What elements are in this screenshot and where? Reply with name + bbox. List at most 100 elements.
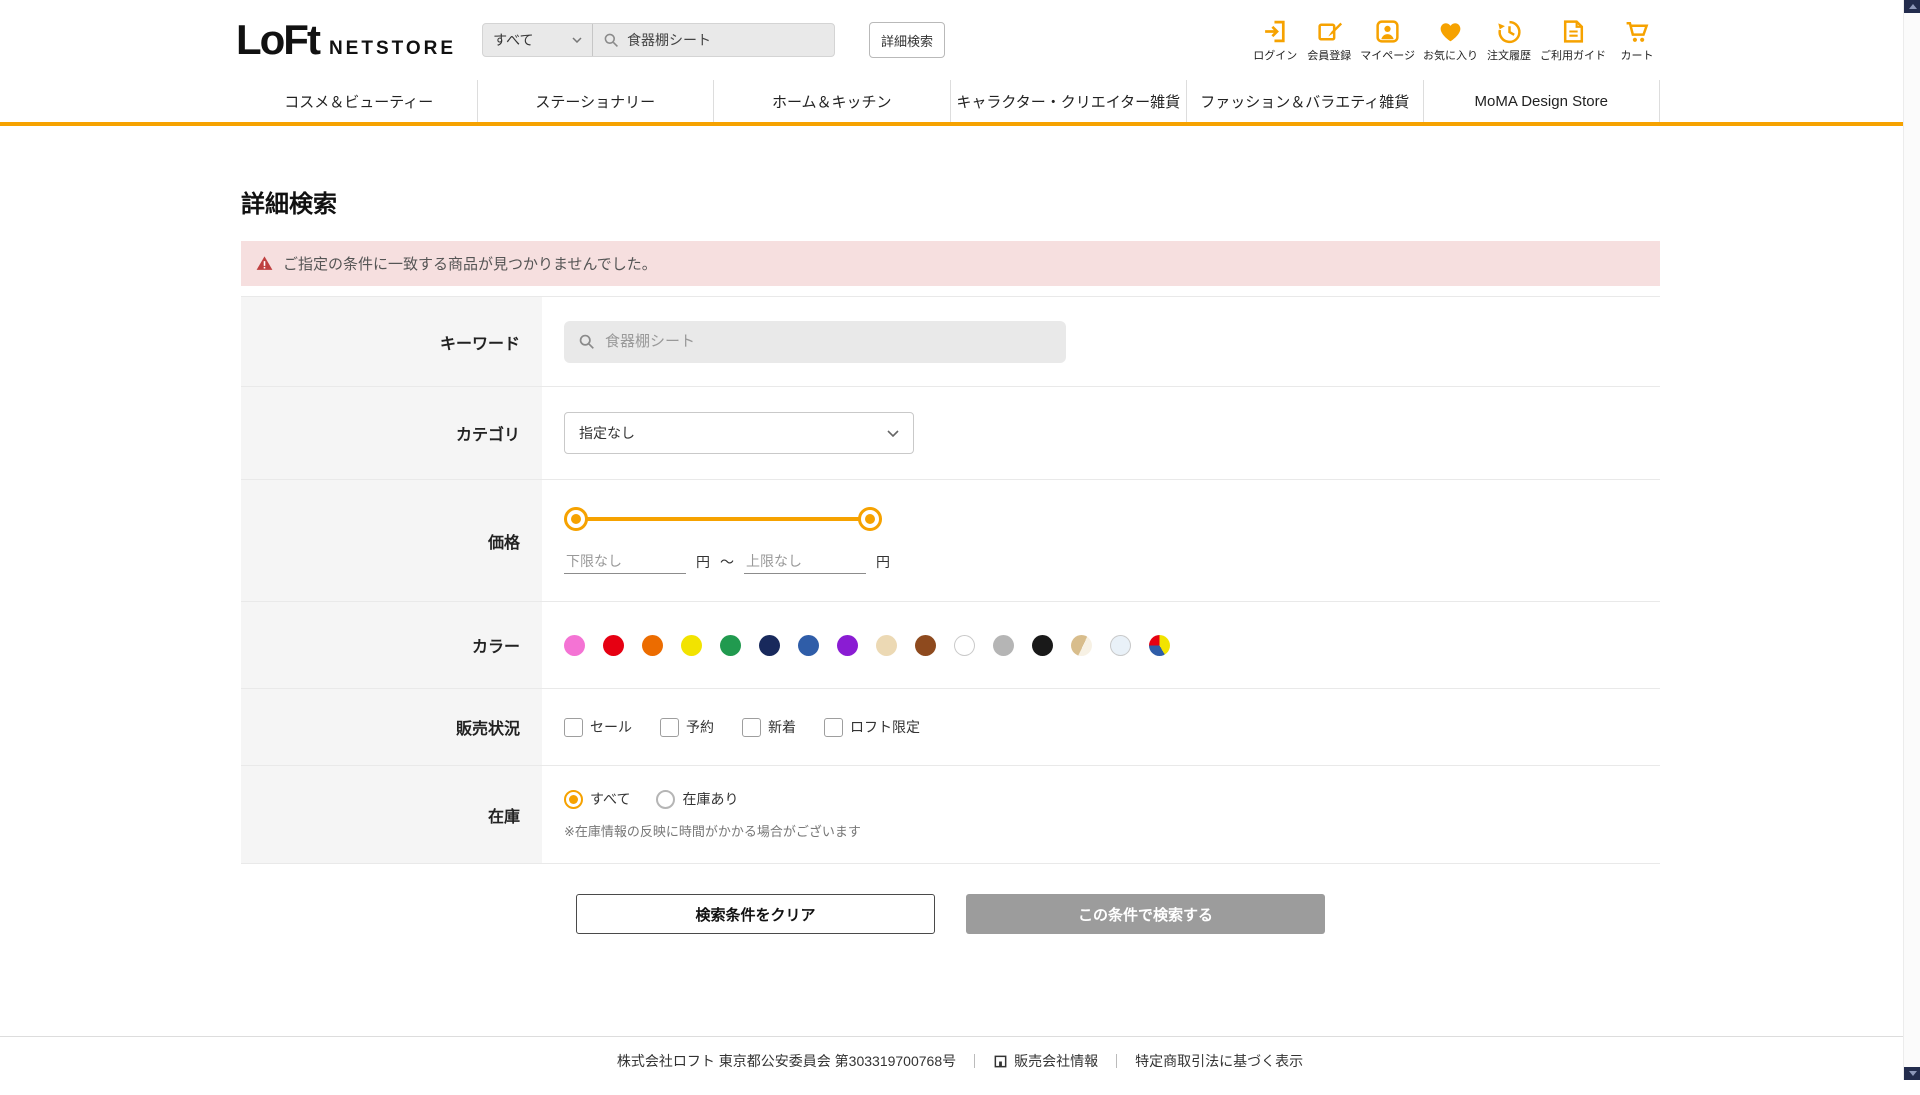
color-swatch-orange[interactable] bbox=[642, 634, 663, 656]
color-swatch-green[interactable] bbox=[720, 634, 741, 656]
error-text: ご指定の条件に一致する商品が見つかりませんでした。 bbox=[283, 256, 657, 273]
page-footer: 株式会社ロフト 東京都公安委員会 第303319700768号 販売会社情報 特… bbox=[0, 1036, 1920, 1095]
login-label: ログイン bbox=[1253, 49, 1298, 62]
color-swatch-brown[interactable] bbox=[915, 634, 936, 656]
utility-nav: ログイン 会員登録 マイページ お気に入り 注文履歴 ご利用ガイド カート bbox=[1252, 18, 1660, 63]
price-unit-min: 円 bbox=[696, 553, 710, 570]
commercial-law-label: 特定商取引法に基づく表示 bbox=[1135, 1053, 1304, 1069]
price-min-handle[interactable] bbox=[564, 507, 588, 531]
new-arrival-checkbox[interactable] bbox=[742, 717, 761, 737]
search-icon bbox=[579, 334, 594, 349]
guide-icon bbox=[1563, 19, 1583, 43]
color-swatch-gray[interactable] bbox=[993, 634, 1014, 656]
category-select-value: 指定なし bbox=[579, 425, 635, 441]
warning-icon bbox=[256, 256, 273, 270]
site-header: LoFt NETSTORE すべて 詳細検索 ログイン bbox=[0, 0, 1920, 80]
scroll-up-button[interactable] bbox=[1904, 0, 1920, 13]
search-field bbox=[593, 24, 834, 56]
company-registration-text: 株式会社ロフト 東京都公安委員会 第303319700768号 bbox=[616, 1053, 957, 1069]
stock-row: 在庫 すべて 在庫あり ※在庫情報の反映に時間がかかる場合がございます bbox=[241, 766, 1660, 864]
scroll-down-arrow-icon bbox=[1908, 1071, 1917, 1076]
color-swatch-black[interactable] bbox=[1032, 634, 1053, 656]
color-swatch-clear[interactable] bbox=[1110, 634, 1131, 656]
cart-button[interactable]: カート bbox=[1614, 18, 1660, 63]
main-content: 詳細検索 ご指定の条件に一致する商品が見つかりませんでした。 キーワード カテゴ… bbox=[0, 184, 1920, 934]
stock-all-radio[interactable] bbox=[564, 789, 583, 809]
color-swatch-purple[interactable] bbox=[837, 634, 858, 656]
color-swatch-beige[interactable] bbox=[876, 634, 897, 656]
sales-option-sale[interactable]: セール bbox=[564, 717, 632, 737]
color-swatch-white[interactable] bbox=[954, 634, 975, 656]
search-icon bbox=[604, 33, 619, 47]
price-label: 価格 bbox=[241, 480, 542, 601]
clear-conditions-button[interactable]: 検索条件をクリア bbox=[576, 894, 935, 934]
sales-option-loft-limited[interactable]: ロフト限定 bbox=[824, 717, 920, 737]
price-max-input[interactable] bbox=[744, 549, 866, 574]
sale-label: セール bbox=[590, 719, 632, 735]
guide-button[interactable]: ご利用ガイド bbox=[1540, 18, 1606, 63]
color-swatch-blue[interactable] bbox=[798, 634, 819, 656]
nav-item-moma[interactable]: MoMA Design Store bbox=[1424, 80, 1660, 122]
scrollbar[interactable] bbox=[1903, 0, 1920, 1080]
order-history-button[interactable]: 注文履歴 bbox=[1486, 18, 1532, 63]
color-label: カラー bbox=[241, 602, 542, 688]
stock-option-in-stock[interactable]: 在庫あり bbox=[656, 789, 738, 809]
color-swatch-yellow[interactable] bbox=[681, 634, 702, 656]
favorites-label: お気に入り bbox=[1423, 49, 1478, 62]
chevron-down-icon bbox=[572, 37, 582, 43]
search-category-select[interactable]: すべて bbox=[483, 24, 594, 56]
member-register-label: 会員登録 bbox=[1307, 49, 1352, 62]
price-range-slider[interactable] bbox=[564, 507, 882, 531]
reservation-checkbox[interactable] bbox=[660, 717, 679, 737]
nav-item-stationery[interactable]: ステーショナリー bbox=[478, 80, 714, 122]
color-swatch-gold[interactable] bbox=[1071, 634, 1092, 656]
cart-icon bbox=[1626, 21, 1648, 42]
price-row: 価格 円 ～ 円 bbox=[241, 480, 1660, 602]
keyword-input[interactable] bbox=[605, 333, 1052, 350]
seller-info-link[interactable]: 販売会社情報 bbox=[993, 1051, 1098, 1071]
error-message: ご指定の条件に一致する商品が見つかりませんでした。 bbox=[241, 241, 1660, 286]
stock-option-all[interactable]: すべて bbox=[564, 789, 630, 809]
slider-track bbox=[564, 517, 882, 521]
price-min-input[interactable] bbox=[564, 549, 686, 574]
login-button[interactable]: ログイン bbox=[1252, 18, 1298, 63]
sales-option-new[interactable]: 新着 bbox=[742, 717, 796, 737]
color-swatch-pink[interactable] bbox=[564, 634, 585, 656]
scroll-down-button[interactable] bbox=[1904, 1067, 1920, 1080]
nav-item-cosmetics[interactable]: コスメ＆ビューティー bbox=[241, 80, 478, 122]
form-actions: 検索条件をクリア この条件で検索する bbox=[241, 894, 1660, 934]
mypage-button[interactable]: マイページ bbox=[1360, 18, 1415, 63]
color-swatch-navy[interactable] bbox=[759, 634, 780, 656]
advanced-search-button[interactable]: 詳細検索 bbox=[869, 22, 946, 58]
footer-divider bbox=[1116, 1054, 1118, 1068]
commercial-law-link[interactable]: 特定商取引法に基づく表示 bbox=[1135, 1051, 1303, 1071]
stock-all-label: すべて bbox=[590, 791, 631, 807]
price-max-handle[interactable] bbox=[858, 507, 882, 531]
mypage-label: マイページ bbox=[1360, 49, 1415, 62]
color-swatch-red[interactable] bbox=[603, 634, 624, 656]
member-register-button[interactable]: 会員登録 bbox=[1306, 18, 1352, 63]
stock-note: ※在庫情報の反映に時間がかかる場合がございます bbox=[564, 824, 861, 839]
color-swatch-multicolor[interactable] bbox=[1149, 634, 1170, 656]
sales-option-reservation[interactable]: 予約 bbox=[660, 717, 714, 737]
loft-limited-checkbox[interactable] bbox=[824, 717, 843, 737]
stock-label: 在庫 bbox=[241, 766, 542, 863]
category-select[interactable]: 指定なし bbox=[564, 412, 914, 454]
nav-item-home-kitchen[interactable]: ホーム＆キッチン bbox=[714, 80, 951, 122]
member-register-icon bbox=[1318, 22, 1342, 41]
login-icon bbox=[1264, 20, 1285, 42]
sale-checkbox[interactable] bbox=[564, 717, 583, 737]
nav-item-fashion-variety[interactable]: ファッション＆バラエティ雑貨 bbox=[1187, 80, 1424, 122]
favorites-button[interactable]: お気に入り bbox=[1423, 18, 1478, 63]
footer-divider bbox=[974, 1054, 976, 1068]
loft-logo[interactable]: LoFt NETSTORE bbox=[236, 16, 456, 64]
search-submit-button[interactable]: この条件で検索する bbox=[966, 894, 1325, 934]
header-search-input[interactable] bbox=[627, 32, 825, 48]
scroll-up-arrow-icon bbox=[1908, 4, 1917, 9]
header-search: すべて 詳細検索 bbox=[482, 22, 946, 58]
logo-netstore-text: NETSTORE bbox=[328, 38, 457, 59]
chevron-down-icon bbox=[887, 429, 899, 437]
nav-item-character-goods[interactable]: キャラクター・クリエイター雑貨 bbox=[951, 80, 1187, 122]
order-history-label: 注文履歴 bbox=[1487, 49, 1531, 62]
stock-in-stock-radio[interactable] bbox=[656, 789, 676, 809]
